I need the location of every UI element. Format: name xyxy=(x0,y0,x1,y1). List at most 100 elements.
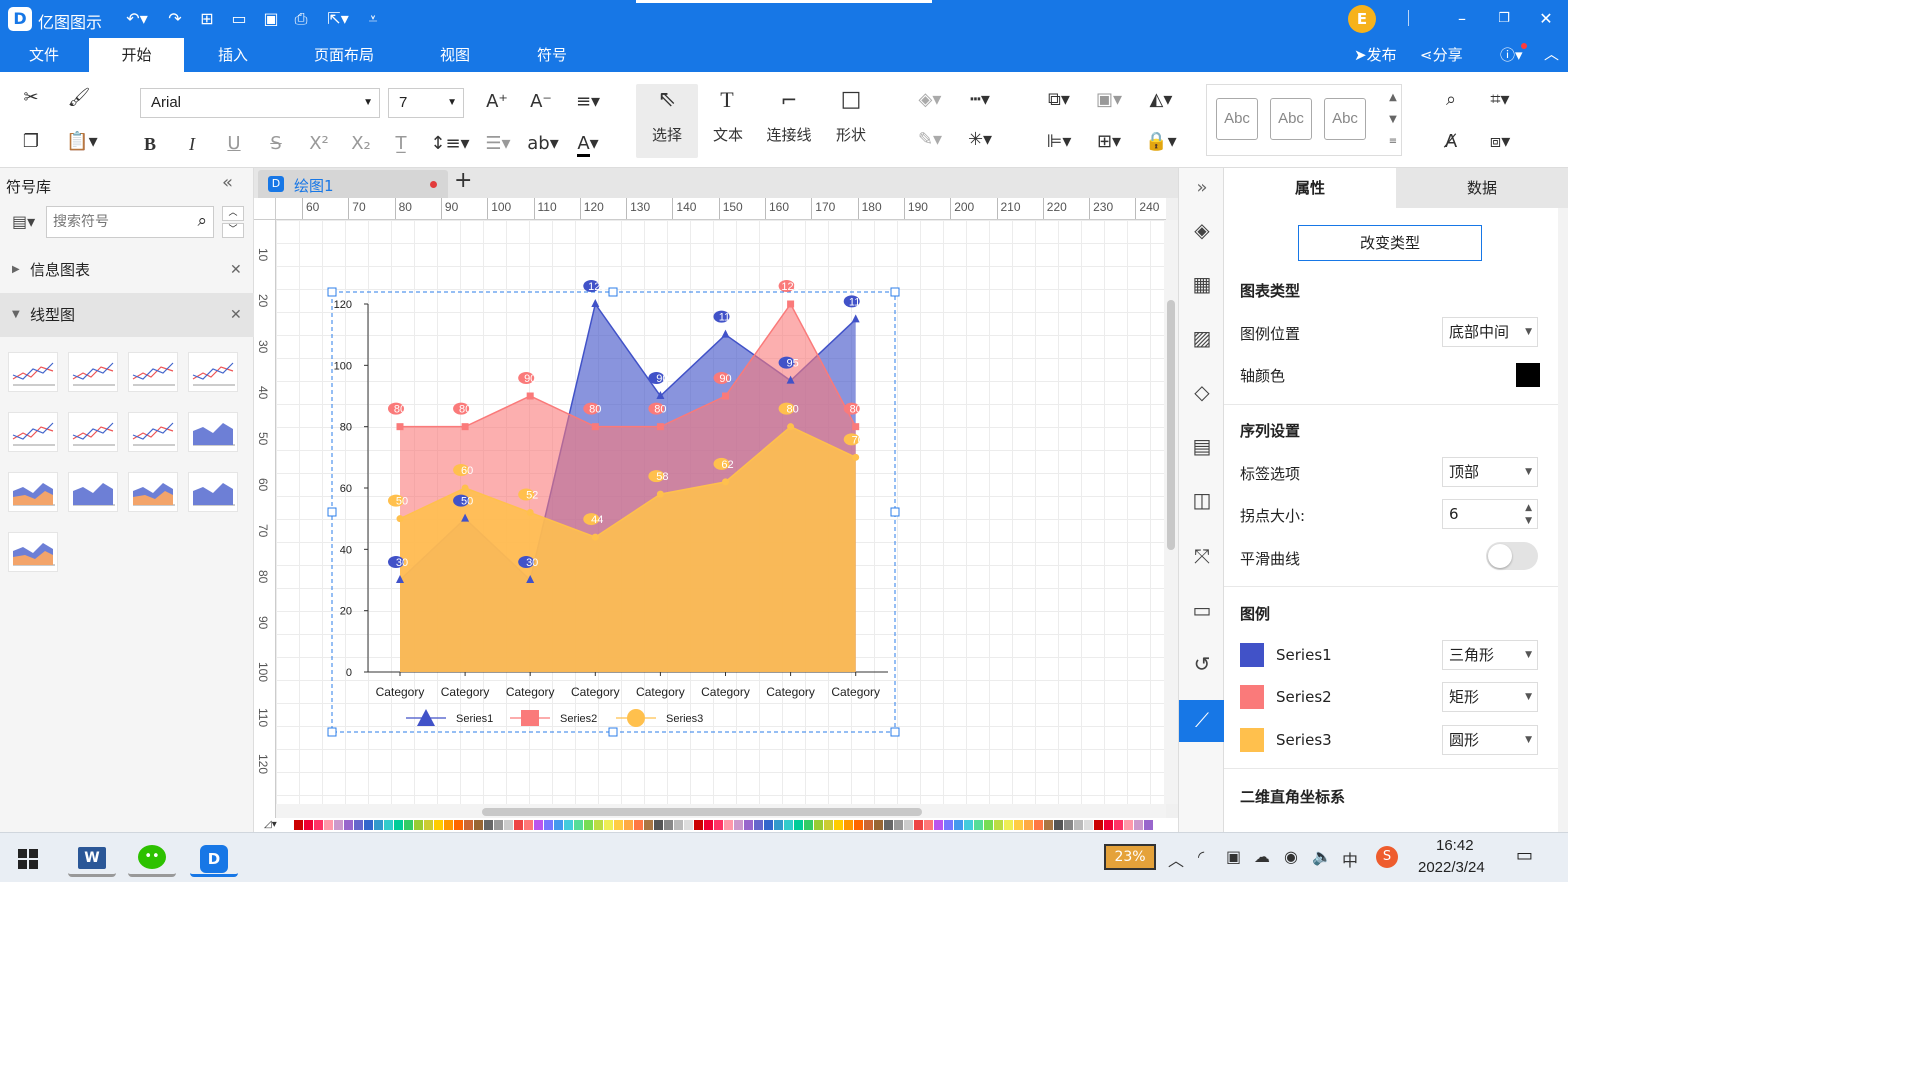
palette-swatch[interactable] xyxy=(504,820,513,830)
fill-bucket-icon[interactable]: ◈ xyxy=(1179,210,1225,250)
print-icon[interactable]: ⎙ xyxy=(290,9,312,29)
area-chart[interactable]: 0 20 40 60 80 100 120 Category Category Category C… xyxy=(276,220,1166,804)
palette-swatch[interactable] xyxy=(1034,820,1043,830)
style-preview-2[interactable]: Abc xyxy=(1270,98,1312,140)
palette-swatch[interactable] xyxy=(384,820,393,830)
clock-date[interactable]: 2022/3/24 xyxy=(1418,859,1485,876)
palette-swatch[interactable] xyxy=(804,820,813,830)
palette-swatch[interactable] xyxy=(454,820,463,830)
label-option-select[interactable]: 顶部 ▼ xyxy=(1442,457,1538,487)
palette-swatch[interactable] xyxy=(814,820,823,830)
gallery-down-icon[interactable]: ▼ xyxy=(1386,108,1400,132)
palette-swatch[interactable] xyxy=(434,820,443,830)
series3-color-swatch[interactable] xyxy=(1240,728,1264,752)
drawing-page[interactable]: 0 20 40 60 80 100 120 Category Category Category C… xyxy=(276,220,1166,804)
tab-insert[interactable]: 插入 xyxy=(190,38,276,72)
superscript-icon[interactable]: X² xyxy=(306,132,332,156)
notification-icon[interactable]: ▭ xyxy=(1516,845,1533,866)
word-app-icon[interactable]: W xyxy=(68,839,116,877)
collapse-ribbon-icon[interactable]: ︿ xyxy=(1544,43,1559,64)
redo-icon[interactable]: ↷ xyxy=(164,9,186,29)
underline-icon[interactable]: U xyxy=(222,132,246,156)
resize-handle[interactable] xyxy=(890,287,900,297)
palette-swatch[interactable] xyxy=(484,820,493,830)
chart-thumbnail[interactable] xyxy=(8,472,58,512)
point-size-stepper[interactable]: 6 ▲ ▼ xyxy=(1442,499,1538,529)
palette-swatch[interactable] xyxy=(1064,820,1073,830)
style-preview-3[interactable]: Abc xyxy=(1324,98,1366,140)
undo-icon[interactable]: ↶▾ xyxy=(122,9,152,29)
palette-swatch[interactable] xyxy=(784,820,793,830)
paste-icon[interactable]: 📋▾ xyxy=(64,130,100,154)
page-icon[interactable]: ▤ xyxy=(1179,426,1225,466)
clock-time[interactable]: 16:42 xyxy=(1436,837,1474,854)
select-tool-label[interactable]: 选择 xyxy=(638,124,696,145)
shuffle-icon[interactable]: ⤧ xyxy=(1179,536,1225,576)
edraw-app-icon[interactable]: D xyxy=(190,839,238,877)
find-icon[interactable]: ⌕ xyxy=(1438,88,1464,112)
palette-swatch[interactable] xyxy=(404,820,413,830)
palette-swatch[interactable] xyxy=(1014,820,1023,830)
palette-swatch[interactable] xyxy=(624,820,633,830)
palette-swatch[interactable] xyxy=(744,820,753,830)
strikethrough-icon[interactable]: S xyxy=(264,132,288,156)
resize-handle[interactable] xyxy=(327,727,337,737)
line-spacing-icon[interactable]: ↕≡▾ xyxy=(430,132,470,156)
category-line-chart[interactable]: ▼ 线型图 ✕ xyxy=(0,293,254,337)
palette-swatch[interactable] xyxy=(584,820,593,830)
palette-swatch[interactable] xyxy=(674,820,683,830)
chart-thumbnail[interactable] xyxy=(8,352,58,392)
smooth-curve-toggle[interactable] xyxy=(1486,542,1538,570)
cloud-icon[interactable]: ☁ xyxy=(1254,847,1270,866)
resize-handle[interactable] xyxy=(890,727,900,737)
palette-swatch[interactable] xyxy=(374,820,383,830)
layout-icon[interactable]: ◫ xyxy=(1179,480,1225,520)
palette-swatch[interactable] xyxy=(494,820,503,830)
minimize-button[interactable]: – xyxy=(1450,9,1474,29)
align-icon[interactable]: ≡▾ xyxy=(568,90,608,114)
chart-thumbnail[interactable] xyxy=(128,412,178,452)
palette-swatch[interactable] xyxy=(944,820,953,830)
chart-thumbnail[interactable] xyxy=(128,352,178,392)
palette-swatch[interactable] xyxy=(544,820,553,830)
font-color-icon[interactable]: A▾ xyxy=(568,132,608,157)
tab-view[interactable]: 视图 xyxy=(412,38,498,72)
palette-swatch[interactable] xyxy=(314,820,323,830)
ime-indicator[interactable]: 中 xyxy=(1342,847,1358,871)
battery-indicator[interactable]: 23% xyxy=(1104,844,1156,870)
cursor-icon[interactable]: ⇖ xyxy=(652,88,682,112)
close-button[interactable]: ✕ xyxy=(1534,9,1558,29)
chart-thumbnail[interactable] xyxy=(8,532,58,572)
chart-thumbnail[interactable] xyxy=(68,472,118,512)
palette-swatch[interactable] xyxy=(764,820,773,830)
palette-swatch[interactable] xyxy=(894,820,903,830)
palette-swatch[interactable] xyxy=(834,820,843,830)
palette-swatch[interactable] xyxy=(1084,820,1093,830)
palette-swatch[interactable] xyxy=(564,820,573,830)
palette-swatch[interactable] xyxy=(694,820,703,830)
series2-color-swatch[interactable] xyxy=(1240,685,1264,709)
qq-icon[interactable]: ◉ xyxy=(1284,847,1298,866)
more-tools-icon[interactable]: ⧈▾ xyxy=(1480,130,1520,154)
connector-icon[interactable]: ⌐ xyxy=(774,88,804,112)
change-type-button[interactable]: 改变类型 xyxy=(1298,225,1482,261)
palette-swatch[interactable] xyxy=(414,820,423,830)
palette-swatch[interactable] xyxy=(1094,820,1103,830)
windows-start-icon[interactable] xyxy=(18,849,38,869)
resize-handle[interactable] xyxy=(327,507,337,517)
palette-swatch[interactable] xyxy=(1114,820,1123,830)
group-icon[interactable]: ▣▾ xyxy=(1090,88,1128,112)
palette-swatch[interactable] xyxy=(354,820,363,830)
line-style-icon[interactable]: ┅▾ xyxy=(960,88,1000,112)
bullet-list-icon[interactable]: ☰▾ xyxy=(480,132,516,156)
grid-icon[interactable]: ▦ xyxy=(1179,264,1225,304)
tab-properties[interactable]: 属性 xyxy=(1224,168,1396,208)
palette-swatch[interactable] xyxy=(514,820,523,830)
category-infographic[interactable]: ▶ 信息图表 ✕ xyxy=(0,248,254,292)
expand-panel-icon[interactable]: » xyxy=(1179,168,1225,208)
publish-button[interactable]: ➤发布 xyxy=(1354,44,1397,65)
spell-check-icon[interactable]: A̸ xyxy=(1438,130,1464,154)
palette-swatch[interactable] xyxy=(864,820,873,830)
presentation-icon[interactable]: ▭ xyxy=(1179,590,1225,630)
vertical-scrollbar[interactable] xyxy=(1164,220,1178,804)
